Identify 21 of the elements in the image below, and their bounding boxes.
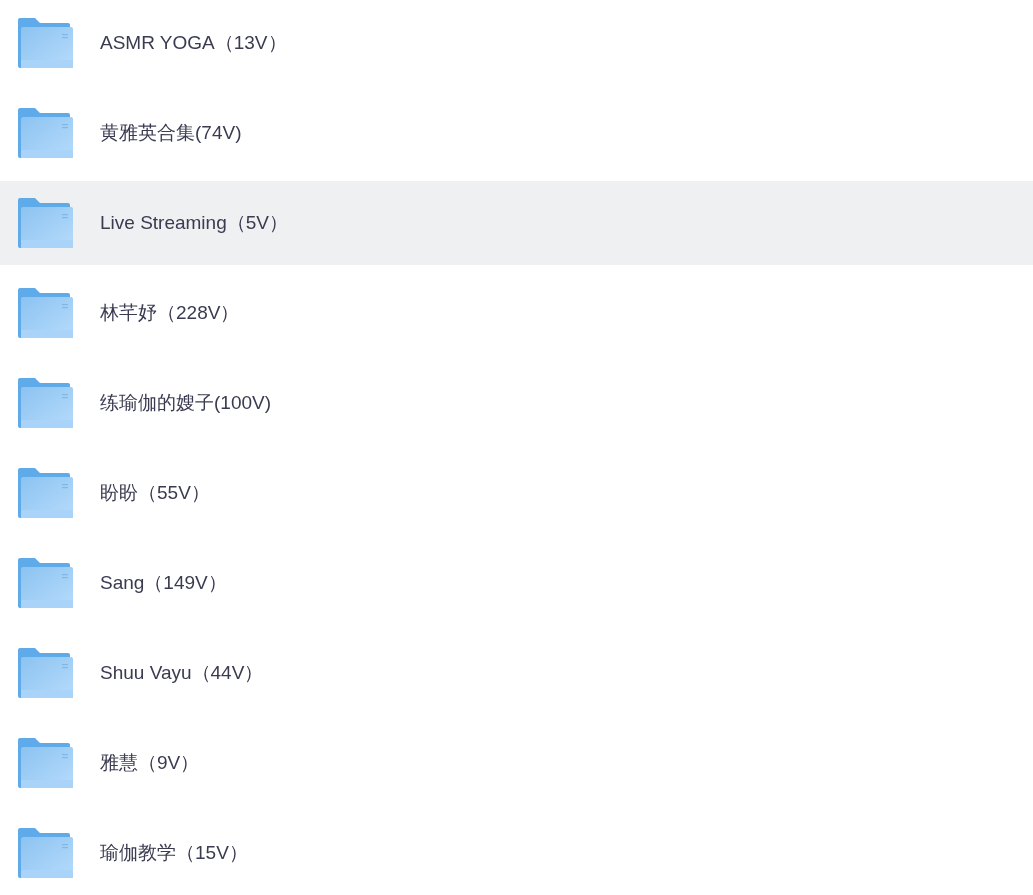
folder-icon bbox=[18, 108, 73, 158]
folder-name: Live Streaming（5V） bbox=[100, 211, 288, 235]
folder-icon bbox=[18, 468, 73, 518]
folder-name: 林芊妤（228V） bbox=[100, 301, 240, 325]
folder-name: 雅慧（9V） bbox=[100, 751, 200, 775]
folder-name: 练瑜伽的嫂子(100V) bbox=[100, 391, 272, 415]
folder-name: ASMR YOGA（13V） bbox=[100, 31, 287, 55]
folder-icon bbox=[18, 18, 73, 68]
folder-name: 黄雅英合集(74V) bbox=[100, 121, 242, 145]
folder-icon bbox=[18, 288, 73, 338]
folder-row[interactable]: Live Streaming（5V） bbox=[0, 181, 1033, 265]
folder-icon bbox=[18, 378, 73, 428]
folder-icon bbox=[18, 828, 73, 878]
folder-name: Sang（149V） bbox=[100, 571, 227, 595]
folder-name: 盼盼（55V） bbox=[100, 481, 210, 505]
folder-name: 瑜伽教学（15V） bbox=[100, 841, 248, 865]
folder-icon bbox=[18, 198, 73, 248]
folder-name: Shuu Vayu（44V） bbox=[100, 661, 264, 685]
folder-icon bbox=[18, 558, 73, 608]
folder-icon bbox=[18, 738, 73, 788]
folder-icon bbox=[18, 648, 73, 698]
